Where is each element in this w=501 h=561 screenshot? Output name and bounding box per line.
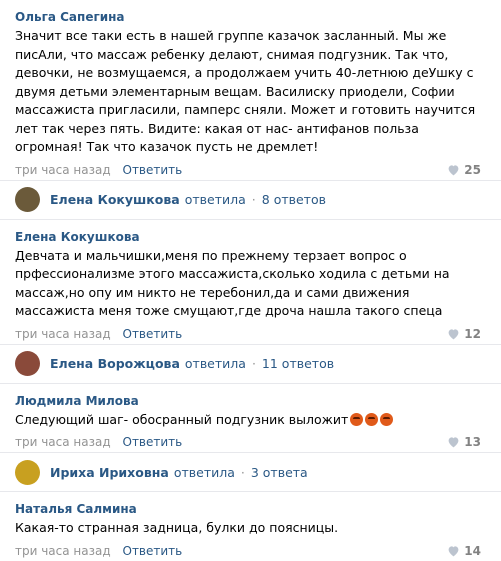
comment-author[interactable]: Наталья Салмина bbox=[15, 492, 501, 517]
separator-dot: · bbox=[251, 356, 256, 371]
comment-text-body: Следующий шаг- обосранный подгузник выло… bbox=[15, 411, 349, 427]
like-button[interactable]: 25 bbox=[447, 160, 481, 180]
angry-emoji-icon bbox=[350, 412, 364, 426]
separator-dot: · bbox=[240, 464, 245, 480]
angry-emoji-icon bbox=[365, 412, 379, 426]
comment-text: Следующий шаг- обосранный подгузник выло… bbox=[15, 411, 483, 430]
reply-thread[interactable]: Ириха Ириховна ответила · 3 ответа bbox=[0, 453, 501, 491]
comment-text: Девчата и мальчишки,меня по прежнему тер… bbox=[15, 247, 450, 319]
comment: Ольга Сапегина Значит все таки есть в на… bbox=[0, 0, 501, 180]
reply-thread[interactable]: Елена Ворожцова ответила · 11 ответов bbox=[0, 345, 501, 383]
comment-time[interactable]: три часа назад bbox=[15, 327, 111, 341]
comment: Людмила Милова Следующий шаг- обосранный… bbox=[0, 384, 501, 453]
heart-icon bbox=[448, 545, 459, 556]
reply-button[interactable]: Ответить bbox=[123, 163, 183, 177]
like-button[interactable]: 13 bbox=[447, 432, 481, 452]
comment-time[interactable]: три часа назад bbox=[15, 163, 111, 177]
comment-text: Какая-то странная задница, булки до пояс… bbox=[15, 520, 339, 535]
heart-icon bbox=[448, 164, 459, 175]
comment-author[interactable]: Людмила Милова bbox=[15, 384, 501, 409]
comment-text: Значит все таки есть в нашей группе каза… bbox=[15, 28, 476, 154]
comment-meta: три часа назад Ответить 25 bbox=[15, 160, 501, 180]
like-count: 25 bbox=[464, 162, 481, 177]
comment-meta: три часа назад Ответить 14 bbox=[15, 541, 501, 561]
comment-meta: три часа назад Ответить 12 bbox=[15, 324, 501, 344]
avatar[interactable] bbox=[15, 351, 40, 376]
thread-count[interactable]: 11 ответов bbox=[262, 356, 334, 371]
like-count: 14 bbox=[464, 543, 481, 558]
thread-author[interactable]: Елена Кокушкова bbox=[50, 192, 180, 207]
thread-verb: ответила bbox=[184, 356, 246, 371]
heart-icon bbox=[448, 437, 459, 448]
thread-author[interactable]: Елена Ворожцова bbox=[50, 356, 180, 371]
thread-count[interactable]: 3 ответа bbox=[251, 465, 308, 480]
angry-emoji-icon bbox=[380, 412, 394, 426]
reply-button[interactable]: Ответить bbox=[123, 435, 183, 449]
comment-time[interactable]: три часа назад bbox=[15, 544, 111, 558]
reply-button[interactable]: Ответить bbox=[123, 544, 183, 558]
comment-author[interactable]: Елена Кокушкова bbox=[15, 220, 501, 245]
like-button[interactable]: 12 bbox=[447, 324, 481, 344]
thread-verb: ответила bbox=[184, 192, 246, 207]
reply-button[interactable]: Ответить bbox=[123, 327, 183, 341]
comment-author[interactable]: Ольга Сапегина bbox=[15, 0, 501, 25]
like-button[interactable]: 14 bbox=[447, 541, 481, 561]
like-count: 13 bbox=[464, 435, 481, 449]
thread-count[interactable]: 8 ответов bbox=[262, 192, 326, 207]
avatar[interactable] bbox=[15, 459, 40, 485]
comment: Наталья Салмина Какая-то странная задниц… bbox=[0, 492, 501, 561]
comment-time[interactable]: три часа назад bbox=[15, 435, 111, 449]
comment: Елена Кокушкова Девчата и мальчишки,меня… bbox=[0, 220, 501, 344]
heart-icon bbox=[448, 328, 459, 339]
thread-author[interactable]: Ириха Ириховна bbox=[50, 465, 169, 480]
separator-dot: · bbox=[251, 192, 256, 207]
reply-thread[interactable]: Елена Кокушкова ответила · 8 ответов bbox=[0, 181, 501, 219]
comment-meta: три часа назад Ответить 13 bbox=[15, 432, 501, 452]
like-count: 12 bbox=[464, 326, 481, 341]
thread-verb: ответила bbox=[173, 464, 235, 480]
avatar[interactable] bbox=[15, 187, 40, 212]
